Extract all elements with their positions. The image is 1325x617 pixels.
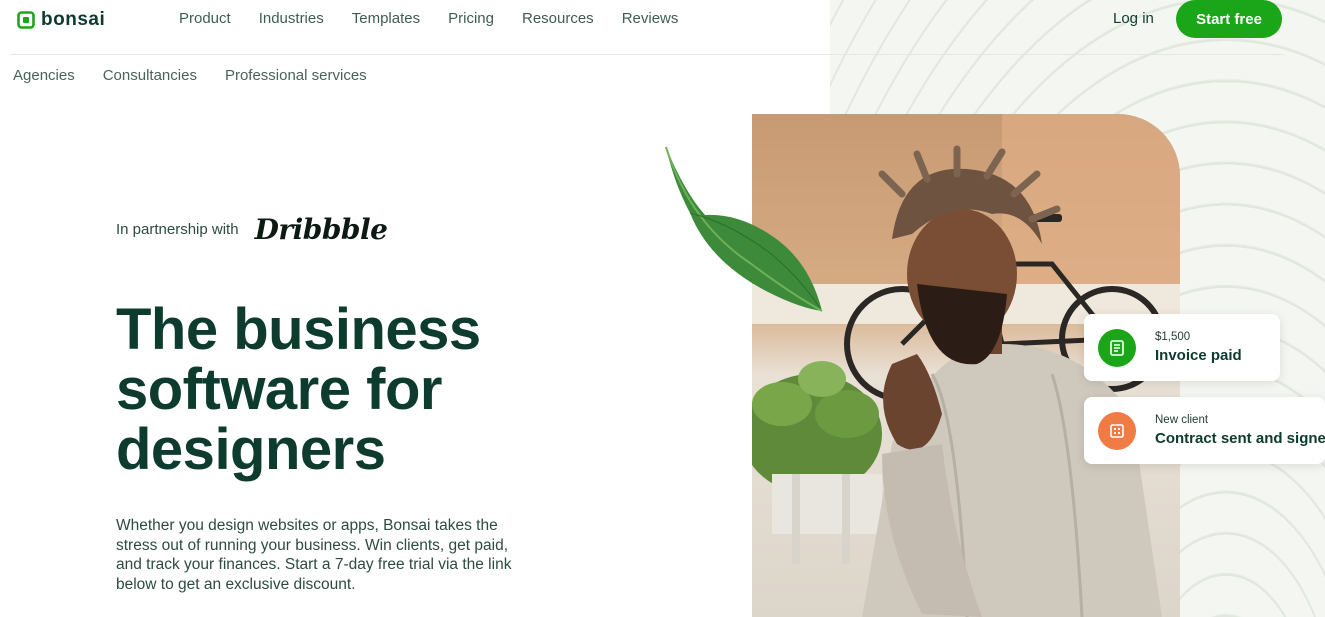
invoice-status: Invoice paid	[1155, 347, 1242, 364]
partnership-label: In partnership with	[116, 221, 239, 238]
nav-item-pricing[interactable]: Pricing	[448, 10, 494, 27]
login-link[interactable]: Log in	[1113, 10, 1154, 27]
subnav-item-agencies[interactable]: Agencies	[13, 67, 75, 84]
contract-label: New client	[1155, 414, 1209, 426]
brand-logo[interactable]: bonsai	[17, 9, 105, 31]
invoice-paid-card: $1,500 Invoice paid	[1084, 314, 1280, 381]
headline-line-3: designers	[116, 417, 386, 482]
leaf-decoration	[665, 146, 823, 312]
nav-divider	[10, 54, 1284, 55]
contract-status: Contract sent and signed	[1155, 430, 1325, 447]
nav-item-industries[interactable]: Industries	[259, 10, 324, 27]
subnav-item-consultancies[interactable]: Consultancies	[103, 67, 197, 84]
industry-subnav: Agencies Consultancies Professional serv…	[13, 67, 367, 84]
headline-line-2: software for	[116, 357, 442, 422]
hero-headline: The business software for designers	[116, 300, 546, 480]
dribbble-logo: Dribbble	[254, 213, 388, 246]
nav-item-reviews[interactable]: Reviews	[622, 10, 679, 27]
nav-item-templates[interactable]: Templates	[352, 10, 420, 27]
nav-item-product[interactable]: Product	[179, 10, 231, 27]
main-nav: Product Industries Templates Pricing Res…	[179, 10, 678, 27]
headline-line-1: The business	[116, 297, 481, 362]
contract-icon	[1098, 411, 1136, 450]
hero-description: Whether you design websites or apps, Bon…	[116, 517, 512, 593]
invoice-amount: $1,500	[1155, 331, 1191, 343]
partnership-line: In partnership with Dribbble	[116, 213, 388, 246]
subnav-item-professional-services[interactable]: Professional services	[225, 67, 367, 84]
contract-card: New client Contract sent and signed	[1084, 397, 1325, 464]
top-navigation: bonsai Product Industries Templates Pric…	[0, 0, 1325, 40]
bonsai-logo-icon	[17, 11, 35, 29]
nav-item-resources[interactable]: Resources	[522, 10, 594, 27]
brand-name: bonsai	[41, 9, 106, 30]
invoice-icon	[1098, 328, 1136, 367]
start-free-button[interactable]: Start free	[1176, 0, 1282, 38]
